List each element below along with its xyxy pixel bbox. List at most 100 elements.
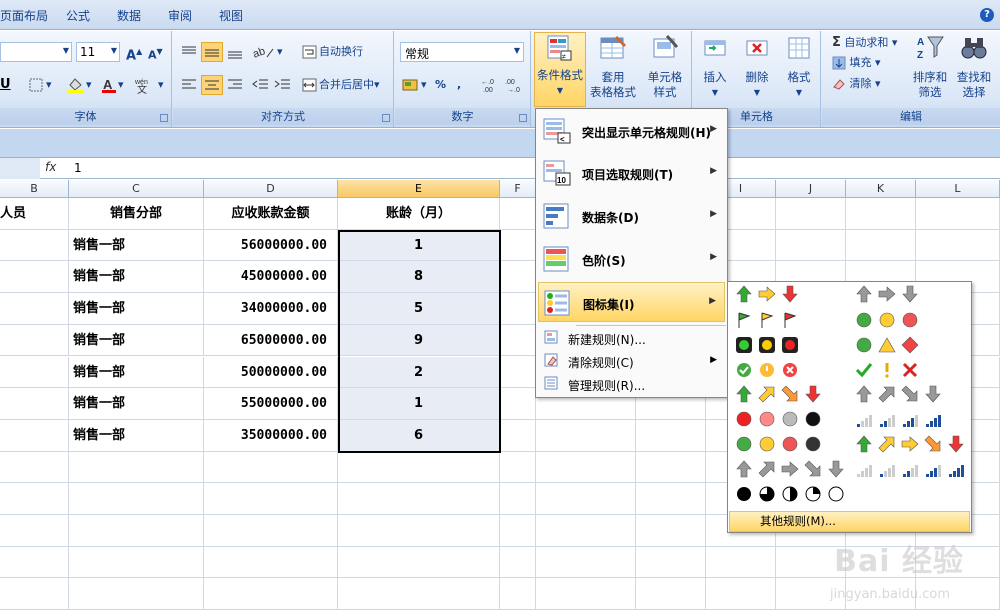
cell[interactable] xyxy=(69,578,204,610)
more-rules-button[interactable]: 其他规则(M)... xyxy=(729,511,970,532)
header-cell-b[interactable]: 人员 xyxy=(0,198,69,230)
icon-set-option-icon[interactable] xyxy=(734,434,754,454)
aging-cell[interactable]: 1 xyxy=(338,229,500,262)
cell[interactable] xyxy=(69,546,204,579)
cell[interactable] xyxy=(0,546,69,579)
col-header-e[interactable]: E xyxy=(338,180,500,198)
col-header-c[interactable]: C xyxy=(69,180,204,198)
grow-font-button[interactable]: A▲ xyxy=(126,42,142,63)
icon-set-option-icon[interactable] xyxy=(734,310,754,330)
border-button[interactable]: ▾ xyxy=(28,75,52,95)
number-format-dropdown[interactable]: 常规 ▼ xyxy=(400,42,524,62)
cell[interactable] xyxy=(69,483,204,515)
icon-set-option-icon[interactable] xyxy=(803,459,823,479)
cell[interactable] xyxy=(500,515,536,547)
number-dialog-launcher-icon[interactable] xyxy=(519,114,527,122)
cell[interactable] xyxy=(536,515,636,547)
amount-cell[interactable]: 50000000.00 xyxy=(204,356,338,389)
icon-set-option-icon[interactable] xyxy=(757,284,777,304)
help-icon[interactable]: ? xyxy=(980,8,994,22)
cell[interactable] xyxy=(636,451,706,484)
cell[interactable] xyxy=(0,451,69,484)
cell[interactable] xyxy=(69,515,204,547)
icon-set-option-icon[interactable] xyxy=(780,409,800,429)
cell[interactable] xyxy=(204,546,338,579)
phonetic-button[interactable]: wén 文 ▾ xyxy=(134,75,164,95)
formula-input[interactable]: 1 xyxy=(74,161,82,175)
icon-set-option-icon[interactable] xyxy=(900,360,920,380)
cell[interactable] xyxy=(338,515,500,547)
icon-set-option-icon[interactable] xyxy=(854,409,874,429)
cell[interactable] xyxy=(338,546,500,579)
icon-set-option-icon[interactable] xyxy=(780,459,800,479)
col-header-f[interactable]: F xyxy=(500,180,536,198)
cell[interactable] xyxy=(0,261,69,294)
cell[interactable] xyxy=(846,229,916,262)
header-cell-d[interactable]: 应收账款金额 xyxy=(204,198,338,230)
cell[interactable] xyxy=(0,388,69,420)
font-size-dropdown[interactable]: 11 ▼ xyxy=(76,42,120,62)
icon-set-option-icon[interactable] xyxy=(900,409,920,429)
menu-clear-rules[interactable]: 清除规则(C) ▶ xyxy=(538,350,725,372)
autosum-button[interactable]: Σ 自动求和 ▾ xyxy=(832,33,897,53)
cell[interactable] xyxy=(338,483,500,515)
icon-set-option-icon[interactable] xyxy=(900,434,920,454)
sort-filter-button[interactable]: AZ 排序和 筛选 xyxy=(908,33,952,100)
cell[interactable] xyxy=(500,388,536,420)
tab-view[interactable]: 视图 xyxy=(219,7,243,24)
icon-set-option-icon[interactable] xyxy=(854,284,874,304)
cell[interactable] xyxy=(916,229,1000,262)
icon-set-option-icon[interactable] xyxy=(734,409,754,429)
amount-cell[interactable]: 55000000.00 xyxy=(204,388,338,420)
icon-set-option-icon[interactable] xyxy=(854,360,874,380)
branch-cell[interactable]: 销售一部 xyxy=(69,261,204,294)
cell[interactable] xyxy=(69,451,204,484)
icon-set-option-icon[interactable] xyxy=(780,384,800,404)
percent-button[interactable]: % xyxy=(435,75,446,95)
cell[interactable] xyxy=(536,578,636,610)
cell[interactable] xyxy=(204,483,338,515)
cell[interactable] xyxy=(536,419,636,452)
icon-set-option-icon[interactable] xyxy=(854,434,874,454)
cell[interactable] xyxy=(500,356,536,389)
cell[interactable] xyxy=(536,546,636,579)
increase-decimal-button[interactable]: ←.0.00 xyxy=(481,75,501,95)
fx-icon[interactable]: fx xyxy=(45,160,56,174)
branch-cell[interactable]: 销售一部 xyxy=(69,356,204,389)
tab-page-layout[interactable]: 页面布局 xyxy=(0,7,48,24)
icon-set-option-icon[interactable] xyxy=(780,284,800,304)
cell[interactable] xyxy=(500,451,536,484)
icon-set-option-icon[interactable] xyxy=(854,384,874,404)
cell[interactable] xyxy=(500,578,536,610)
icon-set-option-icon[interactable] xyxy=(803,409,823,429)
icon-set-option-icon[interactable] xyxy=(854,335,874,355)
cell[interactable] xyxy=(0,324,69,357)
cell[interactable] xyxy=(204,515,338,547)
menu-color-scales[interactable]: 色阶(S) ▶ xyxy=(538,239,725,279)
icon-set-option-icon[interactable] xyxy=(734,459,754,479)
aging-cell[interactable]: 9 xyxy=(338,324,500,357)
cell[interactable] xyxy=(500,324,536,357)
wrap-text-button[interactable]: 自动换行 xyxy=(301,42,363,62)
icon-set-option-icon[interactable] xyxy=(923,434,943,454)
icon-set-option-icon[interactable] xyxy=(780,434,800,454)
cell[interactable] xyxy=(636,515,706,547)
fill-button[interactable]: 填充 ▾ xyxy=(832,53,881,73)
format-cells-button[interactable]: 格式 ▼ xyxy=(779,33,819,100)
aging-cell[interactable]: 8 xyxy=(338,261,500,294)
cell[interactable] xyxy=(776,198,846,230)
amount-cell[interactable]: 65000000.00 xyxy=(204,324,338,357)
branch-cell[interactable]: 销售一部 xyxy=(69,293,204,325)
menu-new-rule[interactable]: 新建规则(N)... xyxy=(538,327,725,349)
icon-set-option-icon[interactable] xyxy=(877,284,897,304)
icon-set-option-icon[interactable] xyxy=(780,484,800,504)
cell[interactable] xyxy=(776,229,846,262)
cell[interactable] xyxy=(636,546,706,579)
amount-cell[interactable]: 45000000.00 xyxy=(204,261,338,294)
icon-set-option-icon[interactable] xyxy=(900,459,920,479)
icon-set-option-icon[interactable] xyxy=(780,335,800,355)
cell[interactable] xyxy=(0,483,69,515)
cell[interactable] xyxy=(338,451,500,484)
icon-set-option-icon[interactable] xyxy=(877,335,897,355)
menu-data-bars[interactable]: 数据条(D) ▶ xyxy=(538,196,725,236)
